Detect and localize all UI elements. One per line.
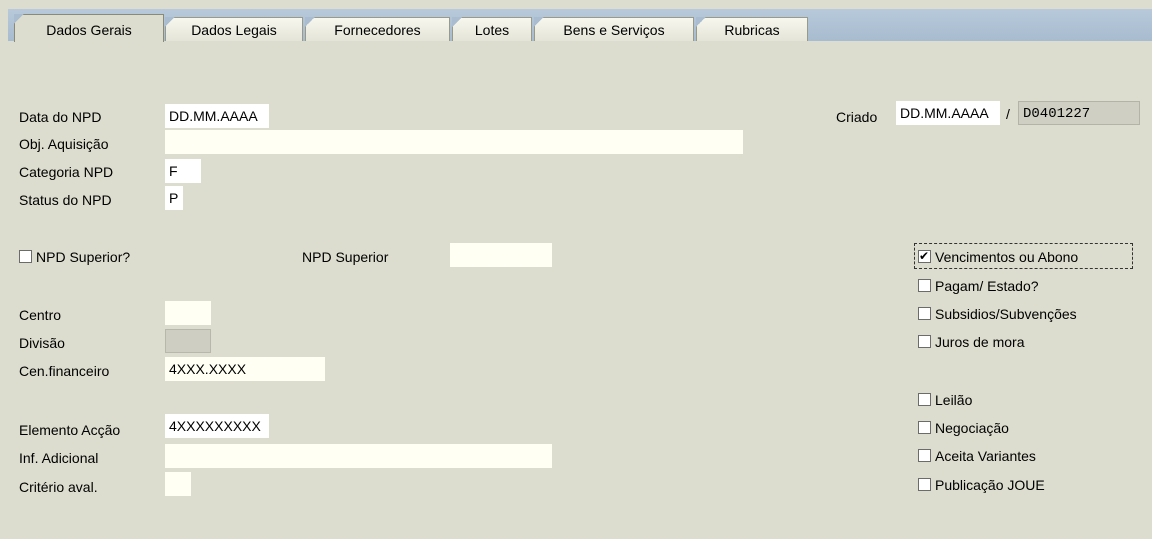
cen-financeiro-label: Cen.financeiro: [19, 363, 110, 379]
centro-label: Centro: [19, 307, 62, 323]
criterio-aval-label: Critério aval.: [19, 479, 98, 495]
divisao-field: [165, 329, 211, 353]
status-npd-label: Status do NPD: [19, 192, 112, 208]
tab-rubricas[interactable]: Rubricas: [696, 17, 808, 41]
divisao-label: Divisão: [19, 335, 65, 351]
obj-aquisicao-label: Obj. Aquisição: [19, 136, 109, 152]
npd-superior-check-label: NPD Superior?: [36, 249, 131, 265]
vencimentos-checkbox[interactable]: [918, 248, 931, 264]
categoria-npd-field[interactable]: F: [165, 159, 201, 183]
data-npd-field[interactable]: DD.MM.AAAA: [165, 104, 269, 128]
obj-aquisicao-field[interactable]: [165, 130, 743, 154]
elemento-accao-field[interactable]: 4XXXXXXXXX: [165, 414, 269, 438]
tab-strip: Dados Gerais Dados Legais Fornecedores L…: [0, 0, 1152, 42]
tab-dados-gerais[interactable]: Dados Gerais: [14, 14, 164, 42]
npd-superior-checkbox[interactable]: [19, 250, 32, 263]
criado-separator: /: [1006, 106, 1010, 122]
tab-lotes[interactable]: Lotes: [452, 17, 532, 41]
juros-mora-checkbox[interactable]: [918, 335, 931, 348]
inf-adicional-label: Inf. Adicional: [19, 450, 99, 466]
cen-financeiro-field[interactable]: 4XXX.XXXX: [165, 357, 325, 381]
tab-fornecedores[interactable]: Fornecedores: [305, 17, 450, 41]
criado-label: Criado: [836, 109, 878, 125]
juros-mora-label: Juros de mora: [935, 334, 1025, 350]
centro-field[interactable]: [165, 301, 211, 325]
npd-superior-label: NPD Superior: [302, 249, 389, 265]
negociacao-label: Negociação: [935, 420, 1009, 436]
aceita-variantes-checkbox[interactable]: [918, 449, 931, 462]
criado-date-field[interactable]: DD.MM.AAAA: [896, 101, 1000, 125]
leilao-checkbox[interactable]: [918, 393, 931, 406]
negociacao-checkbox[interactable]: [918, 421, 931, 434]
tab-dados-legais[interactable]: Dados Legais: [165, 17, 303, 41]
publicacao-joue-label: Publicação JOUE: [935, 477, 1045, 493]
status-npd-field[interactable]: P: [165, 186, 183, 210]
aceita-variantes-label: Aceita Variantes: [935, 448, 1036, 464]
criterio-aval-field[interactable]: [165, 472, 191, 496]
categoria-npd-label: Categoria NPD: [19, 164, 114, 180]
subsidios-checkbox[interactable]: [918, 307, 931, 320]
pagam-estado-label: Pagam/ Estado?: [935, 278, 1039, 294]
subsidios-label: Subsidios/Subvenções: [935, 306, 1077, 322]
criado-user-field: D0401227: [1018, 101, 1140, 125]
leilao-label: Leilão: [935, 392, 973, 408]
tab-bens-e-servicos[interactable]: Bens e Serviços: [534, 17, 694, 41]
vencimentos-label: Vencimentos ou Abono: [935, 249, 1079, 265]
data-npd-label: Data do NPD: [19, 109, 102, 125]
inf-adicional-field[interactable]: [165, 444, 552, 468]
publicacao-joue-checkbox[interactable]: [918, 478, 931, 491]
npd-superior-field[interactable]: [450, 243, 552, 267]
elemento-accao-label: Elemento Acção: [19, 422, 121, 438]
pagam-estado-checkbox[interactable]: [918, 279, 931, 292]
